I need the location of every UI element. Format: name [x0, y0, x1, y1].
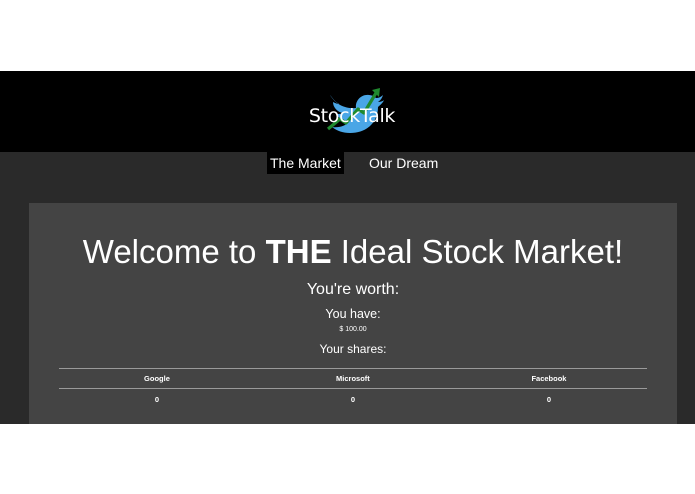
- welcome-prefix: Welcome to: [82, 233, 266, 270]
- column-header-microsoft: Microsoft: [254, 368, 451, 389]
- column-header-google: Google: [59, 368, 255, 389]
- brand-logo[interactable]: StockTalk: [306, 79, 398, 135]
- google-shares: 0: [154, 394, 160, 404]
- page-title: Welcome to THE Ideal Stock Market!: [29, 233, 677, 271]
- shares-label: Your shares:: [319, 342, 387, 356]
- welcome-emphasis: THE: [265, 233, 332, 270]
- main-nav: The Market Our Dream: [0, 152, 695, 174]
- welcome-suffix: Ideal Stock Market!: [331, 233, 624, 270]
- facebook-shares: 0: [546, 394, 552, 404]
- column-header-facebook: Facebook: [450, 368, 647, 389]
- site-header: StockTalk: [0, 71, 695, 152]
- shares-table: Google Microsoft Facebook 0 0 0: [59, 368, 647, 409]
- cash-balance: $ 100.00: [339, 326, 367, 333]
- nav-item-our-dream[interactable]: Our Dream: [366, 152, 441, 174]
- market-panel: Welcome to THE Ideal Stock Market! You'r…: [29, 203, 677, 424]
- brand-name: StockTalk: [308, 105, 396, 127]
- table-header-row: Google Microsoft Facebook: [59, 368, 647, 389]
- nav-item-the-market[interactable]: The Market: [267, 152, 344, 174]
- table-row: 0 0 0: [59, 389, 647, 410]
- microsoft-shares: 0: [350, 394, 356, 404]
- worth-label: You're worth:: [306, 281, 400, 298]
- have-label: You have:: [325, 307, 381, 321]
- page-frame: StockTalk The Market Our Dream Welcome t…: [0, 71, 695, 424]
